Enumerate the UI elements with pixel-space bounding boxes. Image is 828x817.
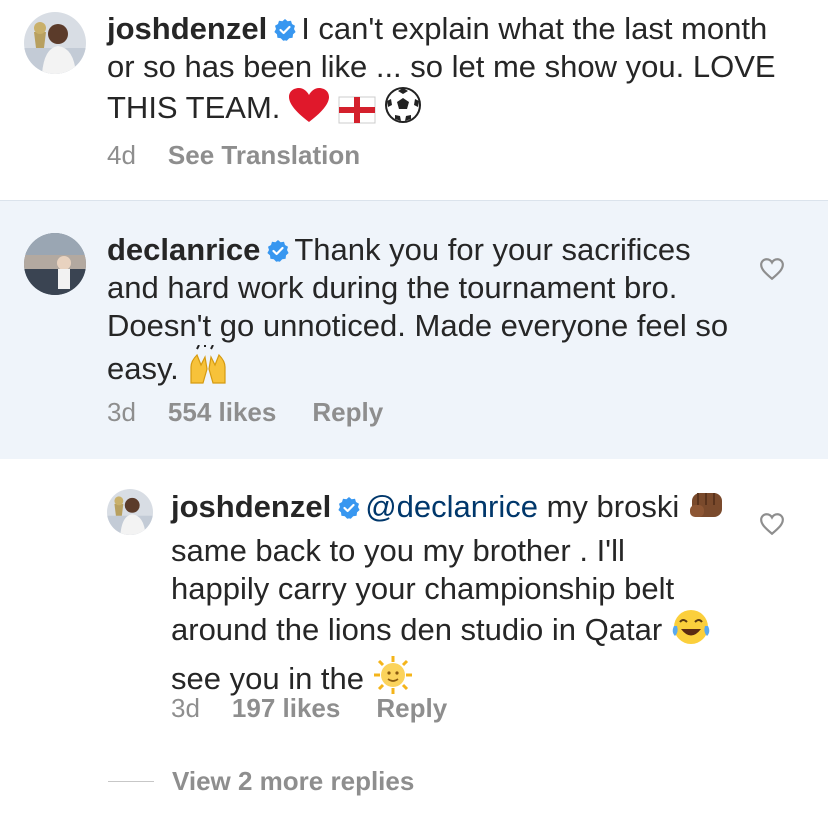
username-link[interactable]: joshdenzel xyxy=(171,489,331,524)
avatar-joshdenzel[interactable] xyxy=(24,12,86,74)
verified-badge-icon xyxy=(267,240,289,262)
comment-timestamp: 3d xyxy=(107,397,136,427)
view-more-replies[interactable]: View 2 more replies xyxy=(108,766,414,797)
fist-bump-emoji xyxy=(688,487,728,532)
reply-button[interactable]: Reply xyxy=(376,693,447,723)
mention-link[interactable]: @declanrice xyxy=(365,489,538,524)
comment-meta: 3d 554 likes Reply xyxy=(107,397,419,428)
reply-text-part1: my broski xyxy=(546,489,680,524)
england-flag-emoji xyxy=(338,95,376,133)
heart-icon[interactable] xyxy=(759,511,785,537)
likes-count[interactable]: 197 likes xyxy=(232,693,340,723)
verified-badge-icon xyxy=(274,19,296,41)
comment-text-block: declanrice Thank you for your sacrifices … xyxy=(107,231,737,394)
raising-hands-emoji xyxy=(187,343,229,394)
username-link[interactable]: declanrice xyxy=(107,232,260,267)
avatar-declanrice[interactable] xyxy=(24,233,86,295)
soccer-ball-emoji xyxy=(384,86,422,133)
heart-icon[interactable] xyxy=(759,256,785,282)
username-link[interactable]: joshdenzel xyxy=(107,11,267,46)
caption-timestamp: 4d xyxy=(107,140,136,170)
laughing-emoji xyxy=(671,608,711,655)
view-more-replies-label[interactable]: View 2 more replies xyxy=(172,766,414,797)
avatar-joshdenzel[interactable] xyxy=(107,489,153,535)
red-heart-emoji xyxy=(289,88,330,133)
caption-text-block: joshdenzel I can't explain what the last … xyxy=(107,10,787,133)
caption-comment: joshdenzel I can't explain what the last … xyxy=(0,0,828,200)
reply-text-part3: see you in the xyxy=(171,661,365,696)
reply-text-block: joshdenzel @declanrice my broski same bac… xyxy=(171,487,731,704)
reply-timestamp: 3d xyxy=(171,693,200,723)
reply-meta: 3d 197 likes Reply xyxy=(171,693,483,724)
divider-line xyxy=(108,781,154,782)
see-translation-link[interactable]: See Translation xyxy=(168,140,360,170)
comment-declanrice: declanrice Thank you for your sacrifices … xyxy=(0,200,828,459)
verified-badge-icon xyxy=(338,497,360,519)
reply-joshdenzel: joshdenzel @declanrice my broski same bac… xyxy=(0,459,828,817)
reply-button[interactable]: Reply xyxy=(312,397,383,427)
caption-meta: 4d See Translation xyxy=(107,140,396,171)
likes-count[interactable]: 554 likes xyxy=(168,397,276,427)
reply-text-part2: same back to you my brother . I'll happi… xyxy=(171,533,675,647)
